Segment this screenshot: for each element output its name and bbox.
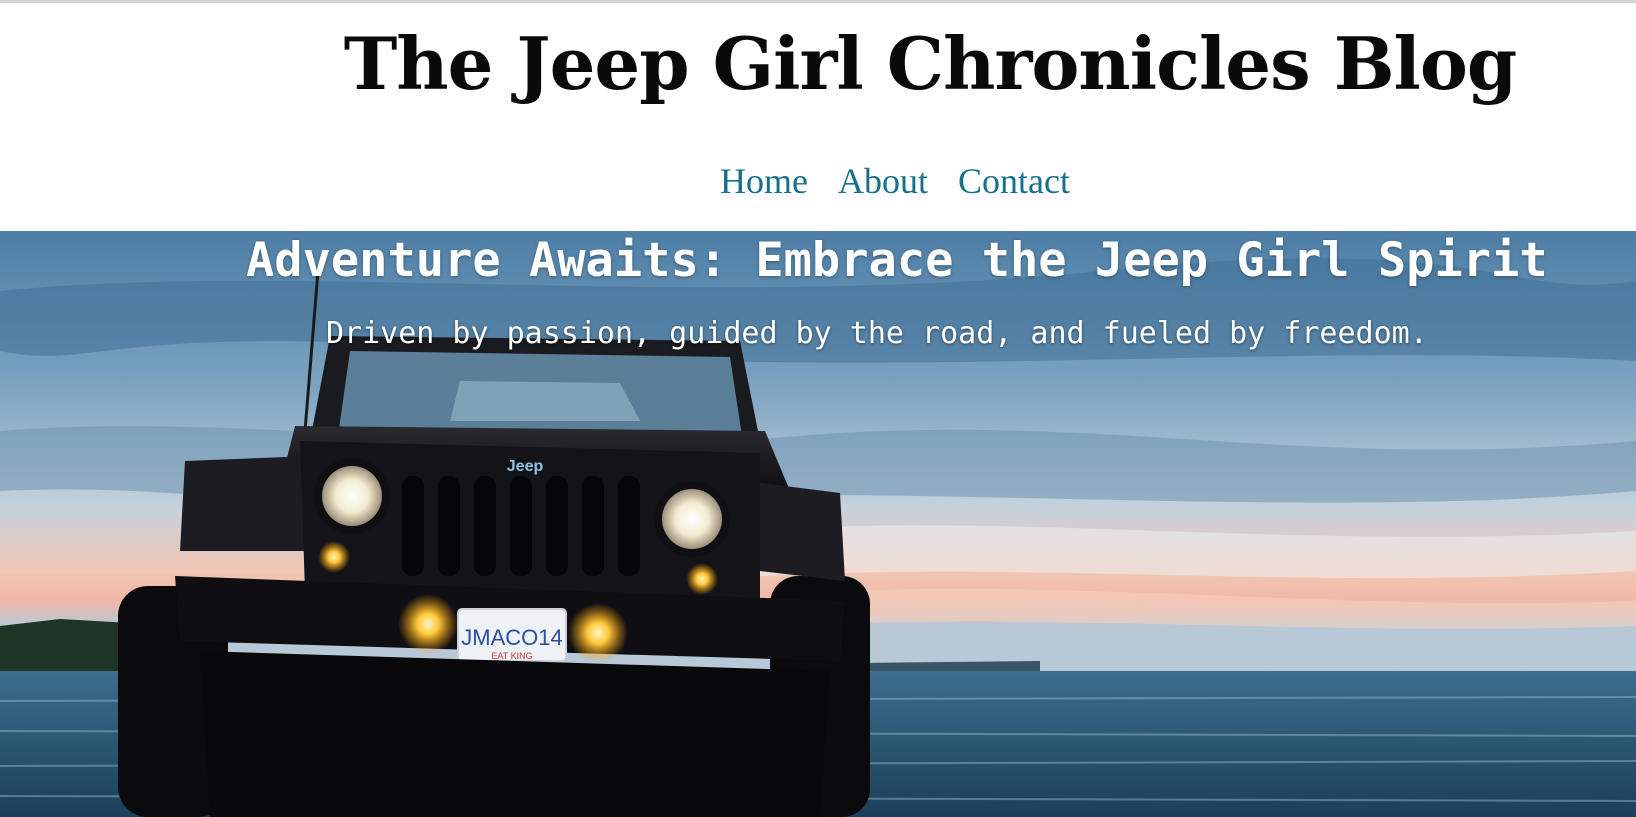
nav-link-home[interactable]: Home (720, 160, 808, 202)
jeep-badge-text: Jeep (507, 458, 544, 475)
license-plate-text: JMACO14 (461, 625, 562, 650)
hero-banner: Jeep JMACO14 EAT KING Adventure Awaits: … (0, 231, 1636, 817)
hero-title: Adventure Awaits: Embrace the Jeep Girl … (246, 233, 1548, 288)
hero-subtitle: Driven by passion, guided by the road, a… (326, 316, 1428, 351)
site-header: The Jeep Girl Chronicles Blog Home About… (0, 3, 1636, 231)
main-nav: Home About Contact (720, 160, 1070, 202)
nav-link-about[interactable]: About (838, 160, 928, 202)
site-title[interactable]: The Jeep Girl Chronicles Blog (300, 21, 1560, 106)
nav-link-contact[interactable]: Contact (958, 160, 1070, 202)
page: The Jeep Girl Chronicles Blog Home About… (0, 0, 1636, 817)
license-plate-subtext: EAT KING (491, 651, 532, 661)
